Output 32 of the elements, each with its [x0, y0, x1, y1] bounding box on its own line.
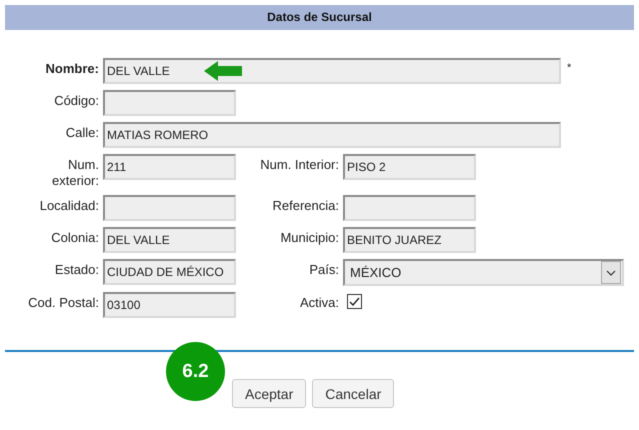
step-badge: 6.2	[166, 342, 225, 401]
field-label: Activa:	[298, 294, 340, 311]
text-field[interactable]: CIUDAD DE MÉXICO	[103, 259, 236, 285]
checkbox[interactable]	[347, 294, 362, 309]
accept-button[interactable]: Aceptar	[232, 379, 306, 408]
field-label: País:	[308, 261, 340, 278]
section-header: Datos de Sucursal	[5, 5, 634, 30]
field-label: Cod. Postal:	[27, 294, 100, 311]
text-field[interactable]	[103, 90, 236, 116]
required-mark: *	[567, 61, 572, 74]
text-field[interactable]: DEL VALLE	[103, 227, 236, 253]
text-field[interactable]: 03100	[103, 292, 236, 318]
field-label: Localidad:	[38, 197, 100, 214]
field-label: Num. exterior:	[51, 156, 100, 189]
field-label: Código:	[53, 92, 100, 109]
field-label: Num. Interior:	[259, 156, 340, 173]
field-label: Referencia:	[272, 197, 340, 214]
text-field[interactable]: PISO 2	[343, 154, 476, 180]
country-dropdown[interactable]: MÉXICO	[343, 259, 624, 286]
field-label: Colonia:	[50, 229, 100, 246]
text-field[interactable]: DEL VALLE	[103, 58, 561, 84]
field-label: Nombre:	[44, 60, 100, 77]
cancel-button[interactable]: Cancelar	[312, 379, 394, 408]
text-field[interactable]: 211	[103, 154, 236, 180]
text-field[interactable]: BENITO JUAREZ	[343, 227, 476, 253]
field-label: Calle:	[64, 124, 100, 141]
text-field[interactable]	[343, 195, 476, 221]
field-label: Municipio:	[279, 229, 340, 246]
text-field[interactable]: MATIAS ROMERO	[103, 122, 561, 148]
chevron-down-icon	[606, 270, 616, 276]
text-field[interactable]	[103, 195, 236, 221]
field-label: Estado:	[54, 261, 100, 278]
